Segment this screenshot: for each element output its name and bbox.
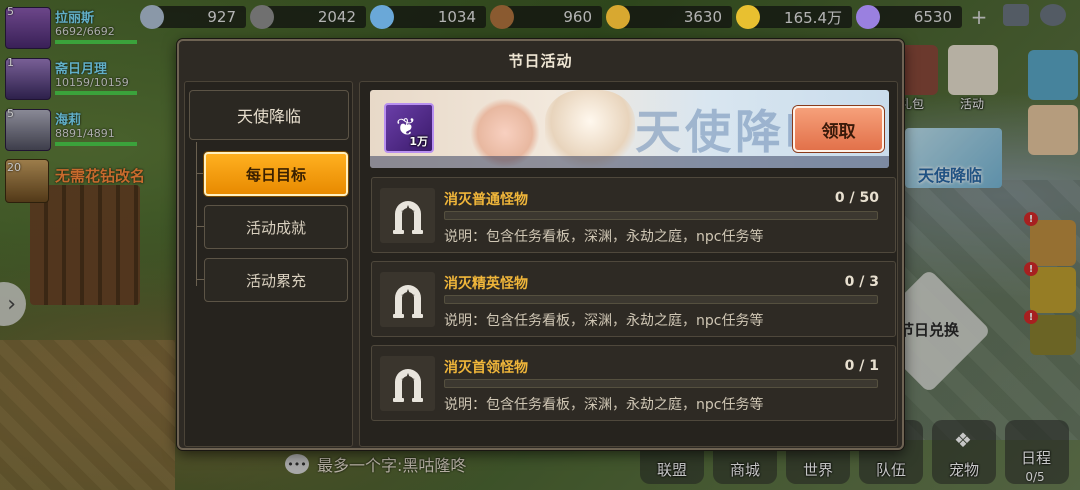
task-progress-bar: [444, 295, 878, 304]
banner-strip: [370, 156, 889, 168]
iron-ore-icon: [250, 5, 274, 29]
horseshoe-star-icon: [393, 285, 423, 318]
task-name: 消灭精英怪物: [444, 276, 528, 292]
gold-coin-icon: [736, 5, 760, 29]
task-icon-frame: [380, 188, 435, 243]
task-description: 说明：包含任务看板，深渊，永劫之庭，npc任务等: [444, 313, 764, 329]
task-row: 消灭普通怪物 0 / 50 说明：包含任务看板，深渊，永劫之庭，npc任务等: [371, 177, 896, 253]
subtab-event-achievements[interactable]: 活动成就: [204, 205, 348, 249]
festival-event-dialog: 节日活动 天使降临 每日目标 活动成就 活动累充 天使降临 ❦ 1万 领取 消灭…: [177, 39, 904, 450]
wood-icon: [490, 5, 514, 29]
task-row: 消灭精英怪物 0 / 3 说明：包含任务看板，深渊，永劫之庭，npc任务等: [371, 261, 896, 337]
diamond-icon: [856, 5, 880, 29]
horseshoe-star-icon: [393, 369, 423, 402]
reward-item-slot[interactable]: ❦ 1万: [384, 103, 434, 153]
horseshoe-star-icon: [393, 201, 423, 234]
task-description: 说明：包含任务看板，深渊，永劫之庭，npc任务等: [444, 229, 764, 245]
crystal-icon: [370, 5, 394, 29]
tab-angel-descent[interactable]: 天使降临: [189, 90, 349, 140]
task-progress-text: 0 / 1: [844, 358, 879, 374]
task-progress-bar: [444, 211, 878, 220]
task-row: 消灭首领怪物 0 / 1 说明：包含任务看板，深渊，永劫之庭，npc任务等: [371, 345, 896, 421]
task-name: 消灭首领怪物: [444, 360, 528, 376]
subtab-event-recharge[interactable]: 活动累充: [204, 258, 348, 302]
event-nav-panel: 天使降临 每日目标 活动成就 活动累充: [184, 81, 353, 447]
wheat-icon: [606, 5, 630, 29]
reward-quantity: 1万: [409, 135, 428, 148]
task-progress-text: 0 / 50: [834, 190, 879, 206]
tree-connector: [196, 142, 197, 286]
dialog-title: 节日活动: [508, 51, 573, 70]
subtab-daily-goals[interactable]: 每日目标: [204, 152, 348, 196]
task-progress-bar: [444, 379, 878, 388]
daily-goals-panel: 天使降临 ❦ 1万 领取 消灭普通怪物 0 / 50 说明：包含任务看板，深渊，…: [359, 81, 898, 447]
task-icon-frame: [380, 356, 435, 411]
task-name: 消灭普通怪物: [444, 192, 528, 208]
task-progress-text: 0 / 3: [844, 274, 879, 290]
event-banner: 天使降临 ❦ 1万 领取: [370, 90, 889, 168]
task-description: 说明：包含任务看板，深渊，永劫之庭，npc任务等: [444, 397, 764, 413]
task-icon-frame: [380, 272, 435, 327]
claim-button[interactable]: 领取: [793, 106, 884, 152]
dialog-header: 节日活动: [179, 41, 902, 79]
stone-icon: [140, 5, 164, 29]
